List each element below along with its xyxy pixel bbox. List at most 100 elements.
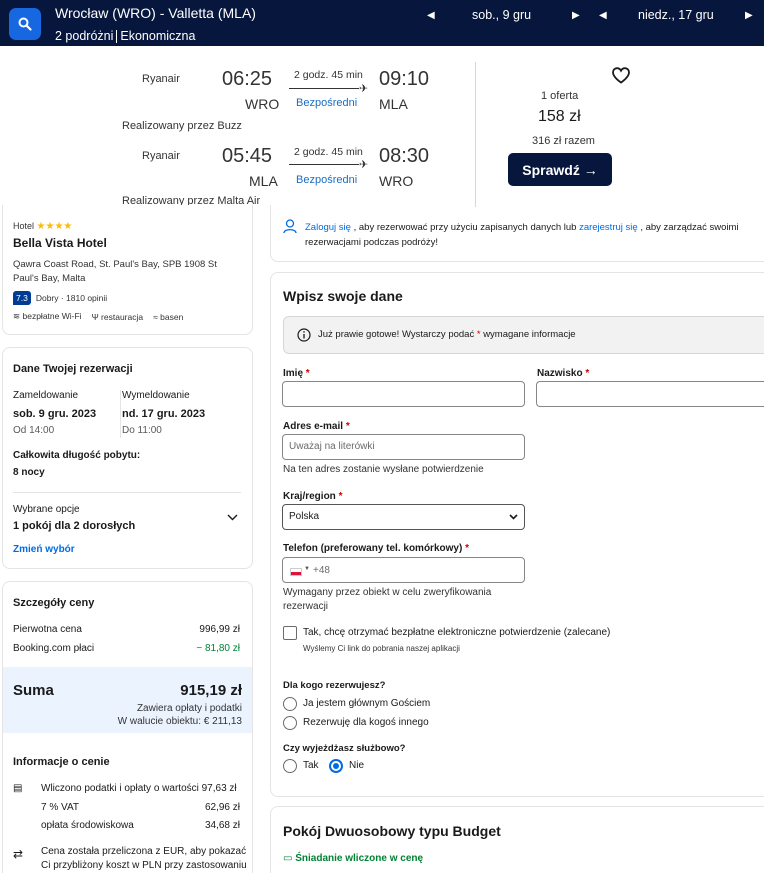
change-selection-link[interactable]: Zmień wybór [13, 544, 75, 555]
outbound-route-line [289, 88, 359, 89]
hotel-address: Qawra Coast Road, St. Paul's Bay, SPB 19… [13, 259, 217, 284]
last-name-input[interactable] [536, 381, 764, 407]
radio-business-no[interactable] [329, 759, 343, 773]
fork-knife-icon: Ψ [91, 311, 99, 322]
discount-label: Booking.com płaci [13, 643, 95, 654]
outbound-departure-time: 06:25 [222, 68, 273, 90]
radio-main-guest[interactable] [283, 697, 297, 711]
outbound-duration: 2 godz. 45 min [294, 69, 363, 81]
chevron-down-icon: ▼ [304, 566, 310, 572]
return-date[interactable]: niedz., 17 gru [638, 8, 714, 22]
checkout-label: Wymeldowanie [122, 390, 190, 401]
selected-options-label: Wybrane opcje [13, 504, 80, 515]
depart-prev-arrow-icon[interactable]: ◀ [427, 10, 435, 21]
hotel-card: Hotel ★★★★ Bella Vista Hotel Qawra Coast… [2, 205, 253, 335]
chevron-down-icon[interactable] [227, 512, 238, 524]
room-title: Pokój Dwuosobowy typu Budget [283, 823, 501, 839]
vat-value: 62,96 zł [204, 802, 240, 813]
outbound-operator: Realizowany przez Buzz [122, 120, 242, 132]
review-score: 7.3 Dobry · 1810 opinii [13, 291, 107, 305]
local-currency-note: W walucie obiektu: € 211,13 [117, 716, 242, 727]
confirmation-label: Tak, chcę otrzymać bezpłatne elektronicz… [303, 627, 611, 638]
search-icon [18, 17, 32, 31]
country-select[interactable]: Polska [282, 504, 525, 530]
radio-main-guest-label: Ja jestem głównym Gościem [303, 698, 431, 709]
selected-options-value: 1 pokój dla 2 dorosłych [13, 520, 136, 532]
offer-count: 1 oferta [541, 90, 579, 102]
depart-next-arrow-icon[interactable]: ▶ [572, 10, 580, 21]
radio-someone-else[interactable] [283, 716, 297, 730]
return-next-arrow-icon[interactable]: ▶ [745, 10, 753, 21]
pool-icon: ≈ [153, 311, 158, 322]
amenities: ≋ bezpłatne Wi-Fi Ψ restauracja ≈ basen [13, 311, 183, 322]
user-icon [283, 219, 297, 237]
inbound-duration: 2 godz. 45 min [294, 146, 363, 158]
travelers-summary[interactable]: 2 podróżni Ekonomiczna [55, 29, 195, 44]
first-name-label: Imię * [283, 368, 310, 379]
radio-business-yes[interactable] [283, 759, 297, 773]
property-type: Hotel ★★★★ [13, 221, 73, 232]
total-value: 915,19 zł [180, 682, 242, 699]
currency-exchange-icon: ⇄ [13, 847, 24, 861]
phone-label: Telefon (preferowany tel. komórkowy) * [283, 543, 469, 554]
inbound-arrival-code: WRO [379, 173, 414, 189]
search-button[interactable] [9, 8, 41, 40]
login-text-part: , aby rezerwować przy użyciu zapisanych … [353, 222, 577, 233]
wifi-icon: ≋ [13, 311, 21, 321]
poland-flag-icon[interactable] [290, 568, 302, 576]
outbound-airline: Ryanair [142, 73, 180, 85]
vat-label: 7 % VAT [41, 802, 79, 813]
outbound-stops: Bezpośredni [296, 97, 358, 109]
review-summary: Dobry · 1810 opinii [35, 293, 108, 303]
login-link[interactable]: Zaloguj się [305, 222, 351, 233]
confirmation-checkbox[interactable] [283, 626, 297, 640]
return-prev-arrow-icon[interactable]: ◀ [599, 10, 607, 21]
total-price-box: Suma 915,19 zł Zawiera opłaty i podatki … [3, 667, 252, 733]
guest-details-form: Wpisz swoje dane Już prawie gotowe! Wyst… [270, 272, 764, 797]
outbound-departure-code: WRO [245, 96, 280, 112]
email-hint: Na ten adres zostanie wysłane potwierdze… [283, 464, 484, 475]
stay-length-label: Całkowita długość pobytu: [13, 450, 141, 461]
taxes-note: Wliczono podatki i opłaty o wartości 97,… [41, 783, 237, 794]
info-icon [297, 328, 311, 345]
login-text-part: rezerwacjami podczas podróży! [305, 237, 439, 248]
conversion-note-line-2: Ci przybliżony koszt w PLN przy zastosow… [41, 860, 247, 871]
login-prompt: Zaloguj się , aby rezerwować przy użyciu… [270, 205, 764, 262]
receipt-icon: ▤ [13, 783, 23, 794]
inbound-route-line [289, 164, 359, 165]
amenity-pool: ≈ basen [153, 311, 184, 322]
booking-details-title: Dane Twojej rezerwacji [13, 363, 133, 375]
route-title: Wrocław (WRO) - Valletta (MLA) [55, 5, 256, 21]
heart-icon[interactable] [612, 67, 630, 87]
amenity-wifi: ≋ bezpłatne Wi-Fi [13, 311, 82, 321]
email-label: Adres e-mail * [283, 421, 350, 432]
phone-input[interactable]: ▼ +48 [282, 557, 525, 583]
star-rating-icon: ★★★★ [36, 221, 73, 232]
plane-icon: ✈ [359, 83, 369, 95]
total-note: Zawiera opłaty i podatki [136, 703, 242, 714]
info-box: Już prawie gotowe! Wystarczy podać * wym… [283, 316, 764, 354]
phone-hint: Wymagany przez obiekt w celu zweryfikowa… [283, 587, 492, 612]
check-flight-button[interactable]: Sprawdź → [508, 153, 612, 186]
inbound-departure-time: 05:45 [222, 145, 273, 167]
depart-date[interactable]: sob., 9 gru [472, 8, 531, 22]
checkin-time: Od 14:00 [13, 425, 55, 436]
email-input[interactable]: Uważaj na literówki [282, 434, 525, 460]
radio-business-yes-label: Tak [303, 760, 319, 771]
business-trip-label: Czy wyjeżdżasz służbowo? [283, 743, 406, 754]
who-booking-label: Dla kogo rezerwujesz? [283, 680, 386, 691]
last-name-label: Nazwisko * [537, 368, 590, 379]
radio-business-no-label: Nie [349, 760, 365, 771]
divider [13, 492, 241, 493]
coffee-cup-icon: ▭ [283, 853, 293, 864]
first-name-input[interactable] [282, 381, 525, 407]
price-details-title: Szczegóły ceny [13, 597, 95, 609]
total-label: Suma [13, 682, 54, 699]
checkin-label: Zameldowanie [13, 390, 79, 401]
stay-length-value: 8 nocy [13, 467, 45, 478]
flight-price: 158 zł [538, 108, 581, 125]
score-badge: 7.3 [13, 291, 31, 305]
register-link[interactable]: zarejestruj się [579, 222, 638, 233]
env-fee-value: 34,68 zł [204, 820, 240, 831]
inbound-stops: Bezpośredni [296, 174, 358, 186]
